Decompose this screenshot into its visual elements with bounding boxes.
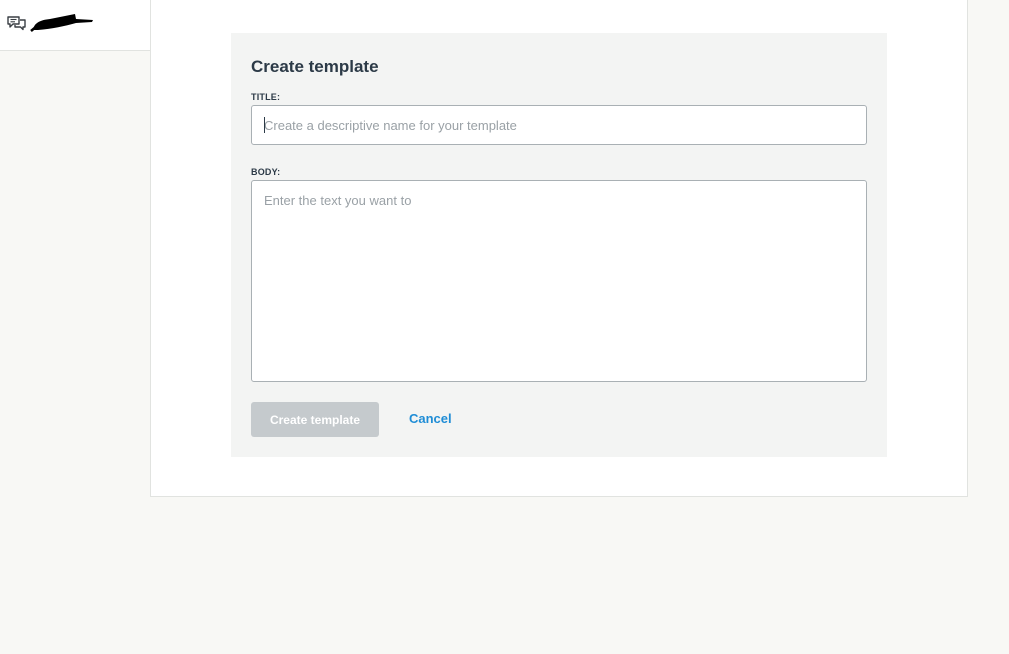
title-input[interactable] xyxy=(251,105,867,145)
cancel-link[interactable]: Cancel xyxy=(409,411,452,426)
create-template-button[interactable]: Create template xyxy=(251,402,379,437)
redacted-logo xyxy=(30,11,94,33)
create-template-form: Create template TITLE: BODY: Create temp… xyxy=(231,33,887,457)
top-header xyxy=(0,0,151,51)
chat-bubbles-icon[interactable] xyxy=(6,14,28,34)
text-cursor xyxy=(264,117,265,133)
title-field-label: TITLE: xyxy=(251,92,281,102)
body-textarea[interactable] xyxy=(251,180,867,382)
form-title: Create template xyxy=(251,57,379,76)
body-field-label: BODY: xyxy=(251,167,281,177)
